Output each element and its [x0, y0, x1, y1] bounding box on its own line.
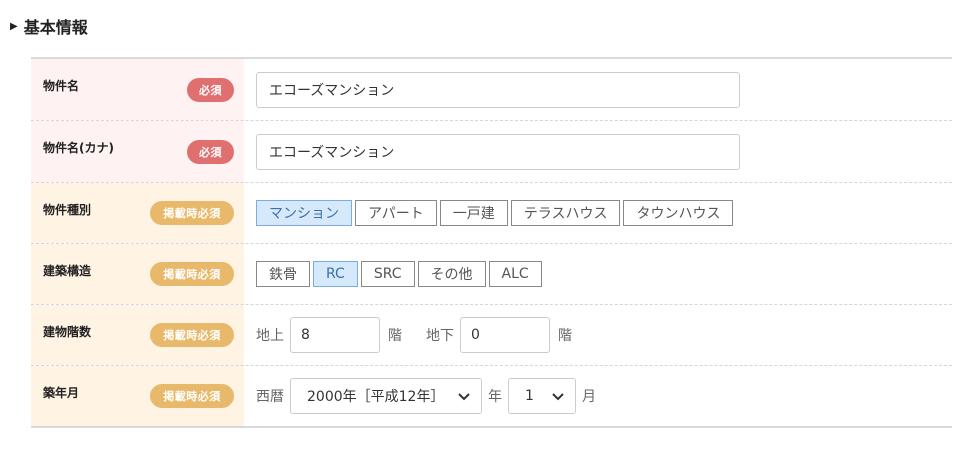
field-label: 建築構造	[43, 263, 92, 278]
option-detached-house[interactable]: 一戸建	[439, 200, 508, 226]
below-floor-unit: 階	[558, 328, 572, 344]
label-cell: 物件名 必須	[31, 59, 244, 120]
field-label: 物件種別	[43, 202, 92, 217]
above-ground-label: 地上	[256, 328, 284, 344]
row-built-date: 築年月 掲載時必須 西暦 2000年［平成12年］ 年 1 月	[31, 366, 952, 426]
below-ground-floors-input[interactable]	[460, 317, 550, 353]
section-header: ▶ 基本情報	[10, 14, 88, 38]
row-property-name: 物件名 必須	[31, 59, 952, 121]
section-title: 基本情報	[23, 18, 88, 37]
field-label: 物件名(カナ)	[43, 141, 114, 155]
field-label: 建物階数	[43, 324, 92, 339]
value-cell: マンション アパート 一戸建 テラスハウス タウンハウス	[244, 183, 952, 243]
era-label: 西暦	[256, 389, 284, 405]
option-alc[interactable]: ALC	[488, 261, 542, 287]
above-floor-unit: 階	[388, 328, 402, 344]
option-rc[interactable]: RC	[313, 261, 358, 287]
field-label: 物件名	[43, 79, 80, 93]
row-property-type: 物件種別 掲載時必須 マンション アパート 一戸建 テラスハウス タウンハウス	[31, 183, 952, 244]
property-name-kana-input[interactable]	[256, 133, 740, 170]
publish-required-badge: 掲載時必須	[150, 384, 234, 408]
required-badge: 必須	[187, 139, 234, 164]
label-cell: 物件種別 掲載時必須	[31, 183, 244, 243]
built-month-value: 1	[525, 388, 534, 404]
value-cell: 地上 階 地下 階	[244, 305, 952, 365]
row-property-name-kana: 物件名(カナ) 必須	[31, 121, 952, 183]
chevron-down-icon	[552, 393, 564, 401]
publish-required-badge: 掲載時必須	[150, 323, 234, 347]
option-town-house[interactable]: タウンハウス	[623, 200, 734, 226]
below-ground-label: 地下	[426, 328, 454, 344]
label-cell: 物件名(カナ) 必須	[31, 121, 244, 182]
built-month-select[interactable]: 1	[508, 378, 576, 414]
value-cell	[244, 59, 952, 120]
publish-required-badge: 掲載時必須	[150, 201, 234, 225]
option-terrace-house[interactable]: テラスハウス	[510, 200, 621, 226]
value-cell: 西暦 2000年［平成12年］ 年 1 月	[244, 366, 952, 426]
chevron-down-icon	[458, 393, 470, 401]
built-year-select[interactable]: 2000年［平成12年］	[290, 378, 482, 414]
triangle-right-icon: ▶	[10, 20, 18, 32]
publish-required-badge: 掲載時必須	[150, 262, 234, 286]
basic-info-form: 物件名 必須 物件名(カナ) 必須 物件種別 掲載時必須 マンション アパート …	[31, 57, 952, 428]
built-year-value: 2000年［平成12年］	[307, 389, 445, 405]
property-name-input[interactable]	[256, 71, 740, 108]
label-cell: 築年月 掲載時必須	[31, 366, 244, 426]
label-cell: 建物階数 掲載時必須	[31, 305, 244, 365]
year-unit: 年	[488, 389, 502, 405]
option-other[interactable]: その他	[417, 261, 486, 287]
field-label: 築年月	[43, 385, 80, 400]
value-cell: 鉄骨 RC SRC その他 ALC	[244, 244, 952, 304]
label-cell: 建築構造 掲載時必須	[31, 244, 244, 304]
row-floors: 建物階数 掲載時必須 地上 階 地下 階	[31, 305, 952, 366]
row-building-structure: 建築構造 掲載時必須 鉄骨 RC SRC その他 ALC	[31, 244, 952, 305]
month-unit: 月	[582, 389, 596, 405]
above-ground-floors-input[interactable]	[290, 317, 380, 353]
option-steel[interactable]: 鉄骨	[256, 261, 310, 287]
option-mansion[interactable]: マンション	[256, 200, 352, 226]
structure-options: 鉄骨 RC SRC その他 ALC	[256, 261, 542, 287]
value-cell	[244, 121, 952, 182]
property-type-options: マンション アパート 一戸建 テラスハウス タウンハウス	[256, 200, 734, 226]
required-badge: 必須	[187, 77, 234, 102]
option-apartment[interactable]: アパート	[355, 200, 437, 226]
option-src[interactable]: SRC	[360, 261, 415, 287]
